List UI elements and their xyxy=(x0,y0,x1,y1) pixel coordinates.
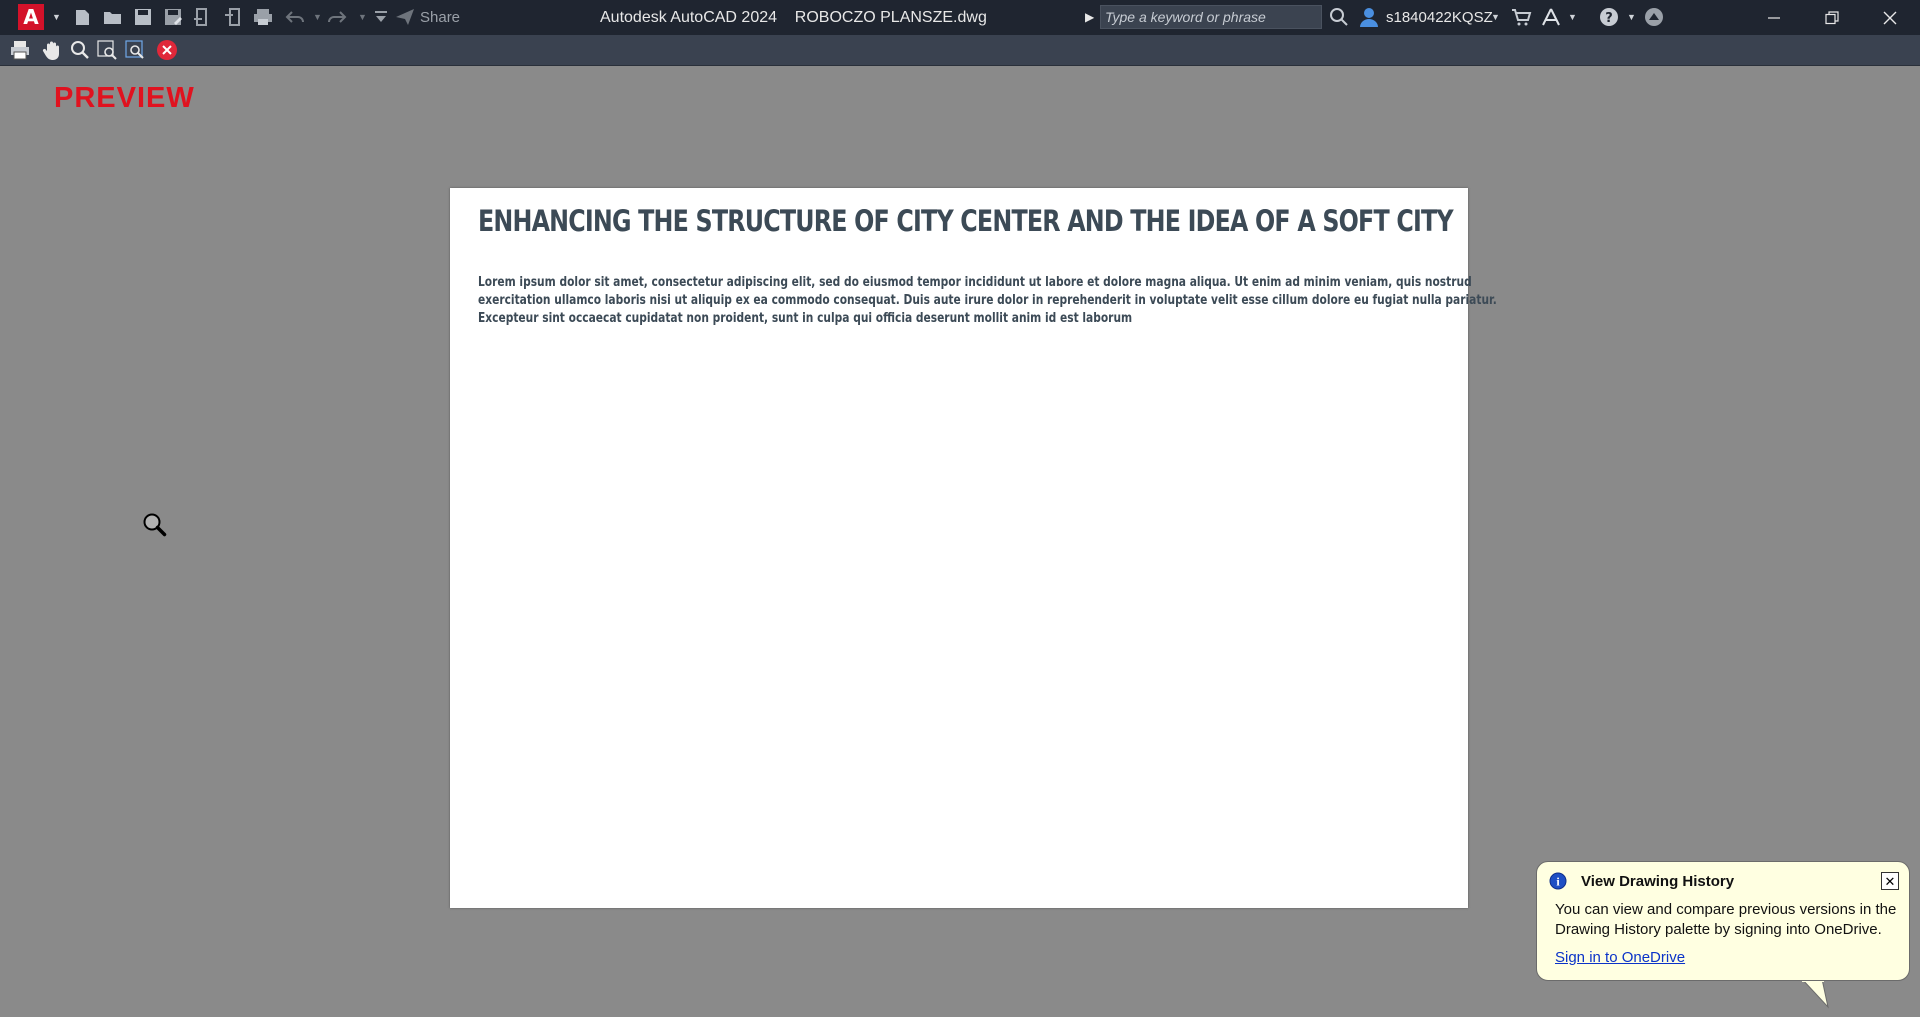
help-icon[interactable]: ? xyxy=(1598,7,1620,27)
restore-button[interactable] xyxy=(1804,0,1860,35)
export-icon[interactable] xyxy=(222,7,244,27)
share-icon[interactable] xyxy=(394,7,416,27)
close-preview-icon[interactable] xyxy=(155,38,179,62)
preview-label: PREVIEW xyxy=(54,82,195,114)
redo-chevron-down-icon[interactable]: ▼ xyxy=(358,12,367,22)
close-icon xyxy=(1883,11,1897,24)
user-icon[interactable] xyxy=(1358,7,1380,27)
minimize-icon xyxy=(1768,16,1780,19)
info-icon: i xyxy=(1549,872,1567,890)
notification-close-button[interactable]: ✕ xyxy=(1881,872,1899,890)
drawing-sheet: ENHANCING THE STRUCTURE OF CITY CENTER A… xyxy=(450,188,1497,908)
help-chevron-down-icon[interactable]: ▼ xyxy=(1627,12,1636,22)
sign-in-onedrive-link[interactable]: Sign in to OneDrive xyxy=(1555,949,1685,966)
autocad-logo-icon[interactable]: A xyxy=(18,4,44,30)
import-icon[interactable] xyxy=(192,7,214,27)
drawing-history-notification: i View Drawing History ✕ You can view an… xyxy=(1536,861,1910,981)
share-button[interactable]: Share xyxy=(420,0,460,35)
svg-text:?: ? xyxy=(1605,11,1613,26)
user-chevron-down-icon[interactable]: ▼ xyxy=(1491,12,1500,22)
undo-chevron-down-icon[interactable]: ▼ xyxy=(313,12,322,22)
new-file-icon[interactable] xyxy=(72,7,94,27)
search-input[interactable]: Type a keyword or phrase xyxy=(1100,5,1322,29)
zoom-cursor-icon xyxy=(143,513,167,537)
zoom-icon[interactable] xyxy=(68,38,92,62)
minimize-button[interactable] xyxy=(1746,0,1802,35)
pan-hand-icon[interactable] xyxy=(40,38,64,62)
restore-icon xyxy=(1825,10,1839,24)
app-store-icon[interactable] xyxy=(1643,7,1665,27)
zoom-window-icon[interactable] xyxy=(95,38,119,62)
user-account-button[interactable]: s1840422KQSZ xyxy=(1386,0,1493,35)
search-icon[interactable] xyxy=(1328,7,1350,27)
notification-title: View Drawing History xyxy=(1581,873,1735,890)
autodesk-connect-icon[interactable] xyxy=(1540,7,1562,27)
print-icon[interactable] xyxy=(8,38,32,62)
sheet-body-line: Excepteur sint occaecat cupidatat non pr… xyxy=(478,311,1133,326)
notification-message: You can view and compare previous versio… xyxy=(1555,901,1897,938)
save-as-icon[interactable] xyxy=(162,7,184,27)
sheet-body-text: Lorem ipsum dolor sit amet, consectetur … xyxy=(478,274,1497,328)
sheet-title: ENHANCING THE STRUCTURE OF CITY CENTER A… xyxy=(478,204,1454,238)
plot-icon[interactable] xyxy=(252,7,274,27)
app-menu-chevron-down-icon[interactable]: ▼ xyxy=(52,12,61,22)
customize-quick-access-icon[interactable] xyxy=(370,7,392,27)
cart-icon[interactable] xyxy=(1510,7,1532,27)
sheet-body-line: exercitation ullamco laboris nisi ut ali… xyxy=(478,293,1497,308)
preview-toolbar xyxy=(0,35,1920,66)
title-bar: A ▼ ▼ ▼ Share Autodesk AutoCAD 2024 ROBO… xyxy=(0,0,1920,35)
zoom-original-icon[interactable] xyxy=(123,38,147,62)
open-folder-icon[interactable] xyxy=(102,7,124,27)
search-expand-arrow-icon[interactable]: ▶ xyxy=(1085,10,1094,24)
window-title: Autodesk AutoCAD 2024 ROBOCZO PLANSZE.dw… xyxy=(600,9,987,26)
balloon-tail xyxy=(1801,979,1829,1009)
redo-icon[interactable] xyxy=(326,7,348,27)
save-icon[interactable] xyxy=(132,7,154,27)
connect-chevron-down-icon[interactable]: ▼ xyxy=(1568,12,1577,22)
close-window-button[interactable] xyxy=(1862,0,1918,35)
undo-icon[interactable] xyxy=(284,7,306,27)
sheet-body-line: Lorem ipsum dolor sit amet, consectetur … xyxy=(478,275,1472,290)
